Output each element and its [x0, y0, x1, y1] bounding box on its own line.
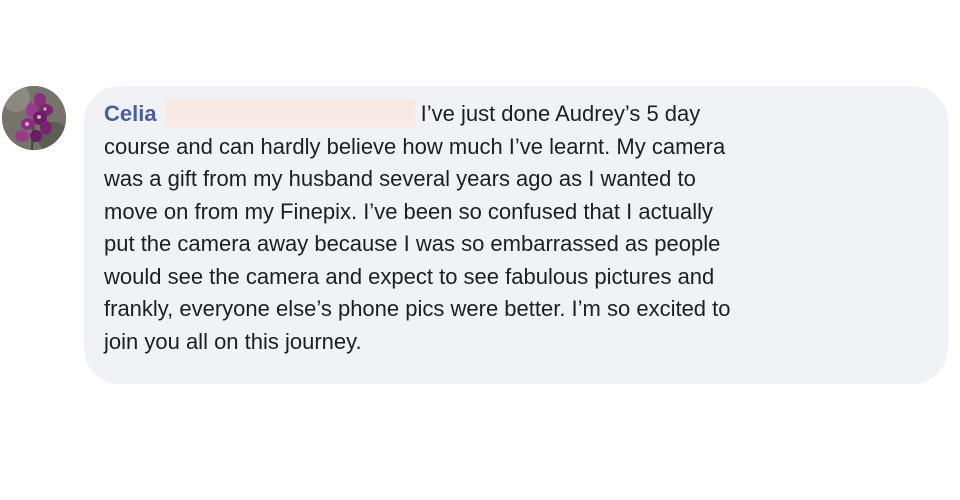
comment-line: would see the camera and expect to see f…: [104, 263, 715, 289]
comment-line-text: I’ve just done Audrey’s 5 day: [420, 101, 701, 126]
author-name[interactable]: Celia: [104, 101, 157, 126]
avatar[interactable]: [2, 86, 66, 150]
comment: Celia I’ve just done Audrey’s 5 day cours…: [0, 0, 960, 500]
orchid-flower-icon: [2, 86, 66, 150]
comment-line: join you all on this journey.: [104, 328, 362, 354]
comment-line: move on from my Finepix. I’ve been so co…: [104, 198, 713, 224]
comment-line: was a gift from my husband several years…: [104, 166, 696, 191]
comment-line: course and can hardly believe how much I…: [104, 133, 726, 159]
redacted-surname: [164, 99, 415, 127]
comment-line: put the camera away because I was so emb…: [104, 231, 721, 256]
comment-text: Celia I’ve just done Audrey’s 5 day cours…: [104, 98, 904, 358]
comment-line: frankly, everyone else’s phone pics were…: [104, 296, 731, 321]
comment-line: Celia I’ve just done Audrey’s 5 day: [104, 98, 904, 131]
